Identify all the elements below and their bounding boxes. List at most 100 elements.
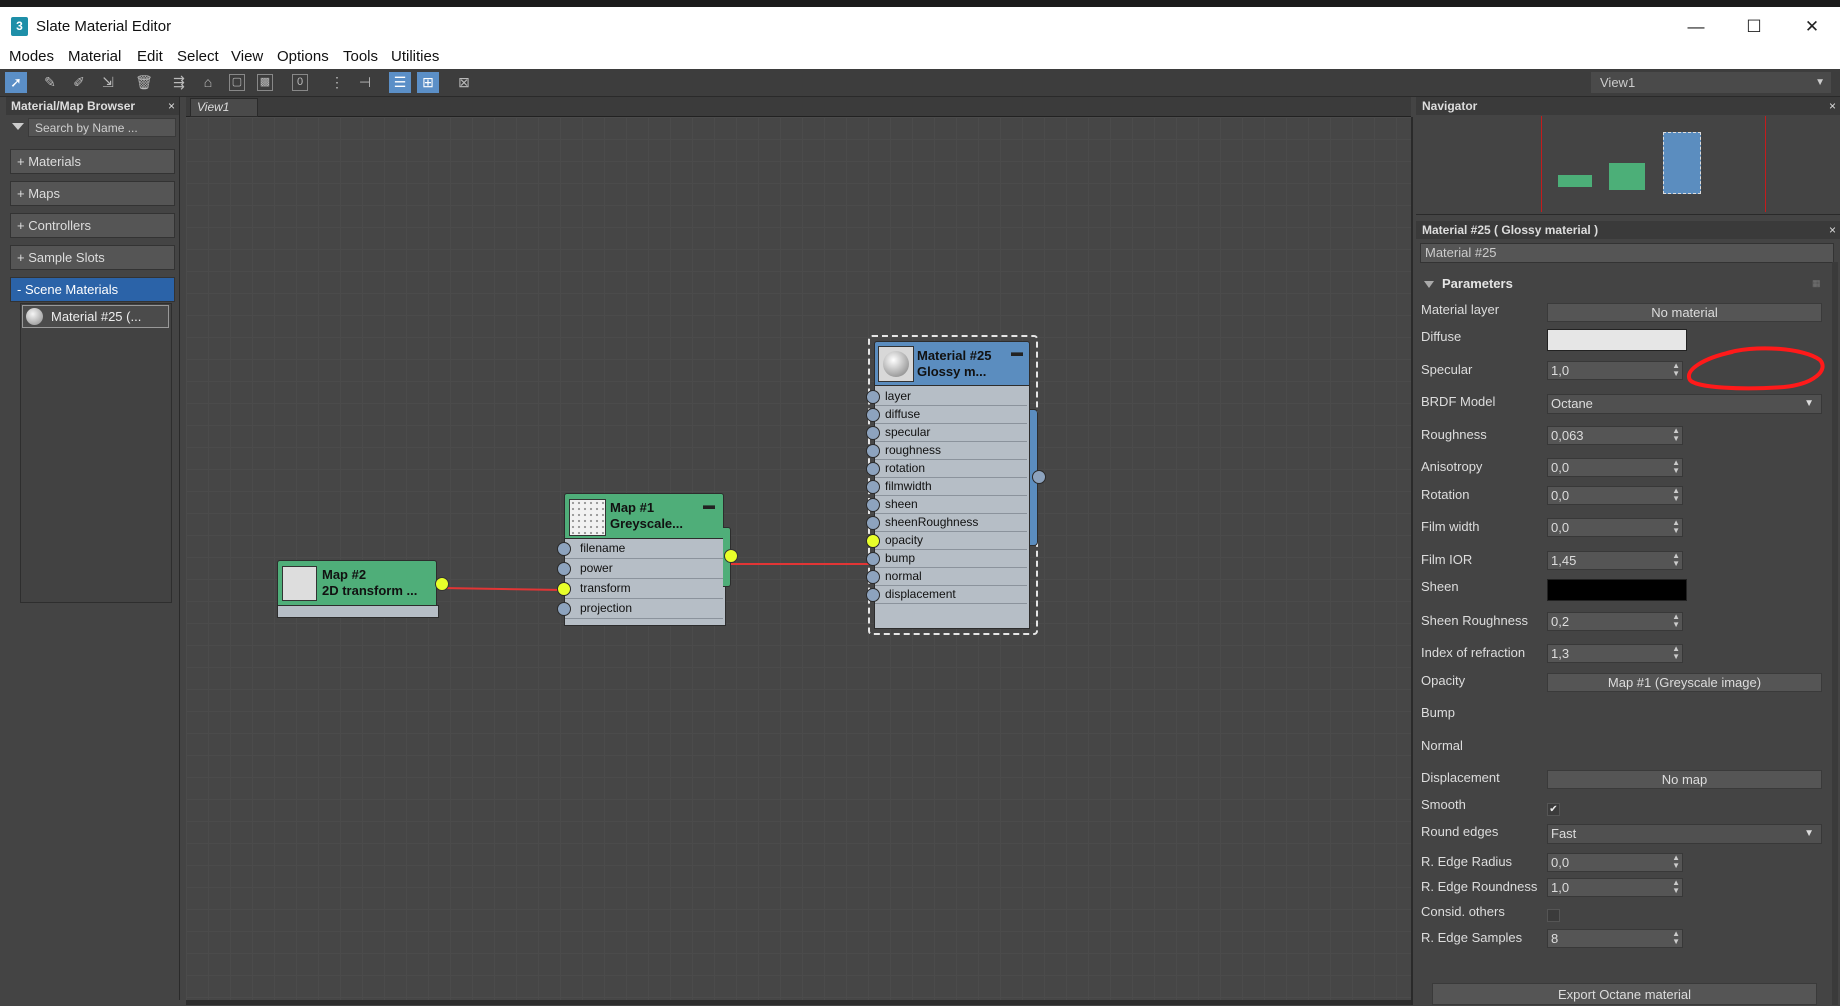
input-socket-filename[interactable] xyxy=(557,542,571,556)
edge-roundness-spinner[interactable]: 1,0 ▲ ▼ xyxy=(1547,878,1683,897)
film-width-spinner[interactable]: 0,0 ▲ ▼ xyxy=(1547,518,1683,537)
move-children-icon[interactable]: ⇶ xyxy=(168,72,190,93)
slot-rotation[interactable]: rotation xyxy=(875,460,1027,478)
menu-edit[interactable]: Edit xyxy=(137,48,163,65)
input-socket-filmwidth[interactable] xyxy=(866,480,880,494)
rollout-materials[interactable]: + Materials xyxy=(10,149,175,174)
delete-icon[interactable]: 🗑 xyxy=(133,72,155,93)
slot-projection[interactable]: projection xyxy=(565,599,723,619)
rollout-maps[interactable]: + Maps xyxy=(10,181,175,206)
search-input[interactable] xyxy=(28,118,176,137)
rollout-scene-materials[interactable]: - Scene Materials xyxy=(10,277,175,302)
put-material-icon[interactable]: ⇲ xyxy=(97,72,119,93)
output-socket[interactable] xyxy=(724,549,738,563)
input-socket-specular[interactable] xyxy=(866,426,880,440)
spinner-arrows-icon[interactable]: ▲ ▼ xyxy=(1672,854,1680,870)
spinner-arrows-icon[interactable]: ▲ ▼ xyxy=(1672,613,1680,629)
spinner-arrows-icon[interactable]: ▲ ▼ xyxy=(1672,459,1680,475)
node-view-canvas[interactable]: Map #2 2D transform ... Map #1 Greyscale… xyxy=(186,117,1413,1005)
menu-options[interactable]: Options xyxy=(277,48,329,65)
input-socket-power[interactable] xyxy=(557,562,571,576)
collapse-icon[interactable]: ▬ xyxy=(703,498,715,512)
smooth-checkbox[interactable]: ✔ xyxy=(1547,803,1560,816)
material-layer-button[interactable]: No material xyxy=(1547,303,1822,322)
menu-material[interactable]: Material xyxy=(68,48,121,65)
id-channel-icon[interactable]: 0 xyxy=(292,74,308,91)
show-background-icon[interactable]: ▩ xyxy=(257,74,273,91)
input-socket-opacity[interactable] xyxy=(866,534,880,548)
spinner-arrows-icon[interactable]: ▲ ▼ xyxy=(1672,552,1680,568)
spinner-arrows-icon[interactable]: ▲ ▼ xyxy=(1672,362,1680,378)
options-dropdown-icon[interactable] xyxy=(12,123,24,130)
slot-transform[interactable]: transform xyxy=(565,579,723,599)
slot-layer[interactable]: layer xyxy=(875,388,1027,406)
slot-roughness[interactable]: roughness xyxy=(875,442,1027,460)
parameters-rollout-header[interactable]: Parameters xyxy=(1424,276,1513,291)
slot-filename[interactable]: filename xyxy=(565,539,723,559)
input-socket-projection[interactable] xyxy=(557,602,571,616)
layout-children-icon[interactable]: ⊣ xyxy=(354,72,376,93)
layout-all-icon[interactable]: ⋮ xyxy=(326,72,348,93)
round-edges-dropdown[interactable]: Fast ▼ xyxy=(1547,824,1822,844)
opacity-map-button[interactable]: Map #1 (Greyscale image) xyxy=(1547,673,1822,692)
spinner-arrows-icon[interactable]: ▲ ▼ xyxy=(1672,930,1680,946)
input-socket-sheenroughness[interactable] xyxy=(866,516,880,530)
input-socket-displacement[interactable] xyxy=(866,588,880,602)
displacement-map-button[interactable]: No map xyxy=(1547,770,1822,789)
slot-power[interactable]: power xyxy=(565,559,723,579)
rotation-spinner[interactable]: 0,0 ▲ ▼ xyxy=(1547,486,1683,505)
close-icon[interactable]: × xyxy=(1829,221,1836,239)
slot-specular[interactable]: specular xyxy=(875,424,1027,442)
spinner-arrows-icon[interactable]: ▲ ▼ xyxy=(1672,487,1680,503)
film-ior-spinner[interactable]: 1,45 ▲ ▼ xyxy=(1547,551,1683,570)
close-button[interactable]: ✕ xyxy=(1789,13,1835,41)
consid-others-checkbox[interactable] xyxy=(1547,909,1560,922)
menu-select[interactable]: Select xyxy=(177,48,219,65)
slot-filmwidth[interactable]: filmwidth xyxy=(875,478,1027,496)
output-socket[interactable] xyxy=(435,577,449,591)
menu-view[interactable]: View xyxy=(231,48,263,65)
ior-spinner[interactable]: 1,3 ▲ ▼ xyxy=(1547,644,1683,663)
slot-normal[interactable]: normal xyxy=(875,568,1027,586)
panel-scrollbar[interactable] xyxy=(1832,262,1838,1005)
slot-opacity[interactable]: opacity xyxy=(875,532,1027,550)
node-map2[interactable]: Map #2 2D transform ... xyxy=(277,560,449,618)
specular-spinner[interactable]: 1,0 ▲ ▼ xyxy=(1547,361,1683,380)
spinner-arrows-icon[interactable]: ▲ ▼ xyxy=(1672,645,1680,661)
input-socket-layer[interactable] xyxy=(866,390,880,404)
show-material-icon[interactable]: ▢ xyxy=(229,74,245,91)
spinner-arrows-icon[interactable]: ▲ ▼ xyxy=(1672,427,1680,443)
input-socket-roughness[interactable] xyxy=(866,444,880,458)
list-item[interactable]: Material #25 (... xyxy=(22,305,169,328)
maximize-button[interactable]: ☐ xyxy=(1731,13,1777,41)
eyedropper-icon[interactable]: ✎ xyxy=(39,72,61,93)
edge-radius-spinner[interactable]: 0,0 ▲ ▼ xyxy=(1547,853,1683,872)
rollout-controllers[interactable]: + Controllers xyxy=(10,213,175,238)
export-octane-material-button[interactable]: Export Octane material xyxy=(1432,983,1817,1005)
diffuse-color-swatch[interactable] xyxy=(1547,329,1687,351)
menu-utilities[interactable]: Utilities xyxy=(391,48,439,65)
input-socket-normal[interactable] xyxy=(866,570,880,584)
slot-diffuse[interactable]: diffuse xyxy=(875,406,1027,424)
menu-modes[interactable]: Modes xyxy=(9,48,54,65)
hide-unused-slots-icon[interactable]: ⌂ xyxy=(197,72,219,93)
slot-bump[interactable]: bump xyxy=(875,550,1027,568)
sheen-color-swatch[interactable] xyxy=(1547,579,1687,601)
material-name-field[interactable]: Material #25 xyxy=(1420,243,1834,263)
background-pattern-icon[interactable]: ⊠ xyxy=(453,72,475,93)
pick-material-icon[interactable]: ✐ xyxy=(68,72,90,93)
input-socket-diffuse[interactable] xyxy=(866,408,880,422)
select-arrow-icon[interactable]: ➚ xyxy=(5,72,27,93)
roughness-spinner[interactable]: 0,063 ▲ ▼ xyxy=(1547,426,1683,445)
output-socket[interactable] xyxy=(1032,470,1046,484)
slot-sheen[interactable]: sheen xyxy=(875,496,1027,514)
input-socket-rotation[interactable] xyxy=(866,462,880,476)
spinner-arrows-icon[interactable]: ▲ ▼ xyxy=(1672,879,1680,895)
rollout-grip-icon[interactable]: ▦ xyxy=(1812,278,1821,289)
minimize-button[interactable]: — xyxy=(1673,13,1719,41)
sheen-roughness-spinner[interactable]: 0,2 ▲ ▼ xyxy=(1547,612,1683,631)
input-socket-sheen[interactable] xyxy=(866,498,880,512)
menu-tools[interactable]: Tools xyxy=(343,48,378,65)
show-in-viewport-icon[interactable]: ☰ xyxy=(389,72,411,93)
slot-sheenroughness[interactable]: sheenRoughness xyxy=(875,514,1027,532)
